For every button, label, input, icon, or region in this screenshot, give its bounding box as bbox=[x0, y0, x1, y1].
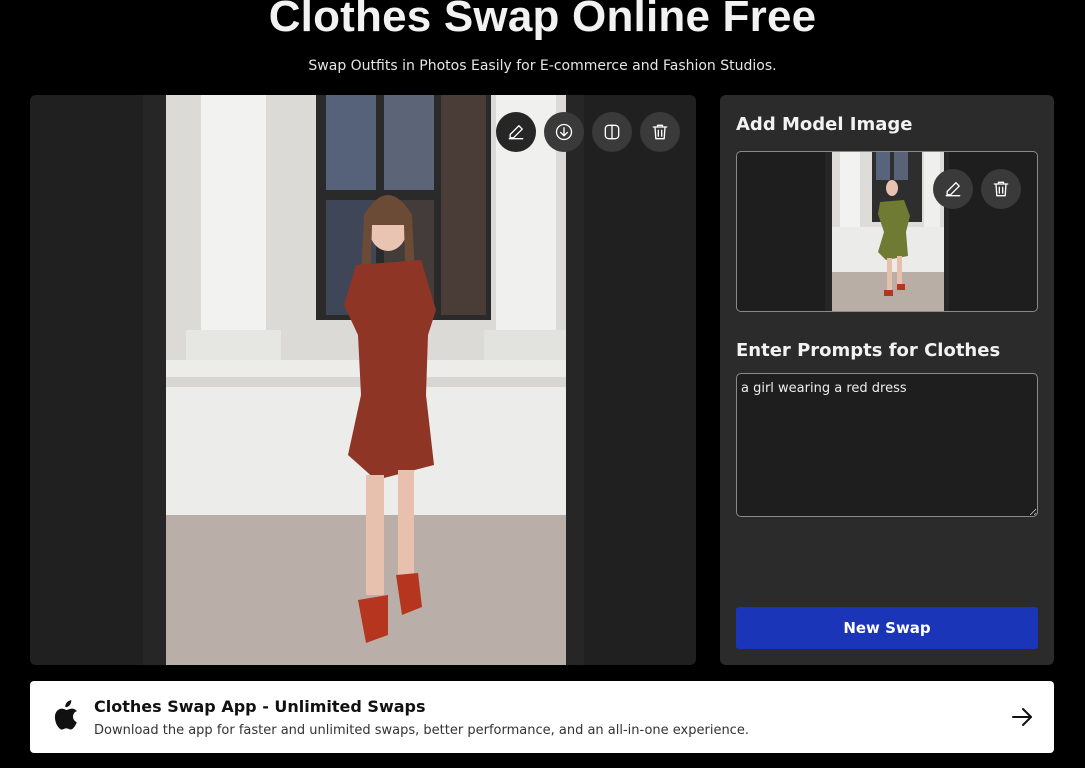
download-icon bbox=[555, 123, 573, 141]
banner-description: Download the app for faster and unlimite… bbox=[94, 723, 749, 738]
delete-button[interactable] bbox=[640, 112, 680, 152]
arrow-right-icon bbox=[1012, 708, 1032, 726]
model-image bbox=[832, 152, 944, 311]
delete-model-button[interactable] bbox=[981, 169, 1021, 209]
app-download-banner[interactable]: Clothes Swap App - Unlimited Swaps Downl… bbox=[30, 681, 1054, 753]
pencil-icon bbox=[945, 182, 961, 197]
edit-button[interactable] bbox=[496, 112, 536, 152]
pencil-icon bbox=[508, 125, 524, 140]
new-swap-button[interactable]: New Swap bbox=[736, 607, 1038, 649]
download-button[interactable] bbox=[544, 112, 584, 152]
apple-icon bbox=[54, 700, 78, 730]
result-image bbox=[166, 95, 566, 665]
page-subtitle: Swap Outfits in Photos Easily for E-comm… bbox=[308, 58, 777, 74]
controls-panel: Add Model Image Enter Prompts for Clothe… bbox=[720, 95, 1054, 665]
model-image-upload[interactable] bbox=[736, 151, 1038, 312]
page-title: Clothes Swap Online Free bbox=[268, 0, 817, 41]
trash-icon bbox=[993, 181, 1009, 197]
prompt-input[interactable]: a girl wearing a red dress bbox=[736, 373, 1038, 517]
trash-icon bbox=[652, 124, 668, 140]
compare-button[interactable] bbox=[592, 112, 632, 152]
model-section-title: Add Model Image bbox=[736, 114, 913, 135]
edit-model-button[interactable] bbox=[933, 169, 973, 209]
result-preview-panel bbox=[30, 95, 696, 665]
prompt-section-title: Enter Prompts for Clothes bbox=[736, 340, 1001, 361]
compare-icon bbox=[604, 124, 620, 140]
banner-title: Clothes Swap App - Unlimited Swaps bbox=[94, 697, 426, 716]
